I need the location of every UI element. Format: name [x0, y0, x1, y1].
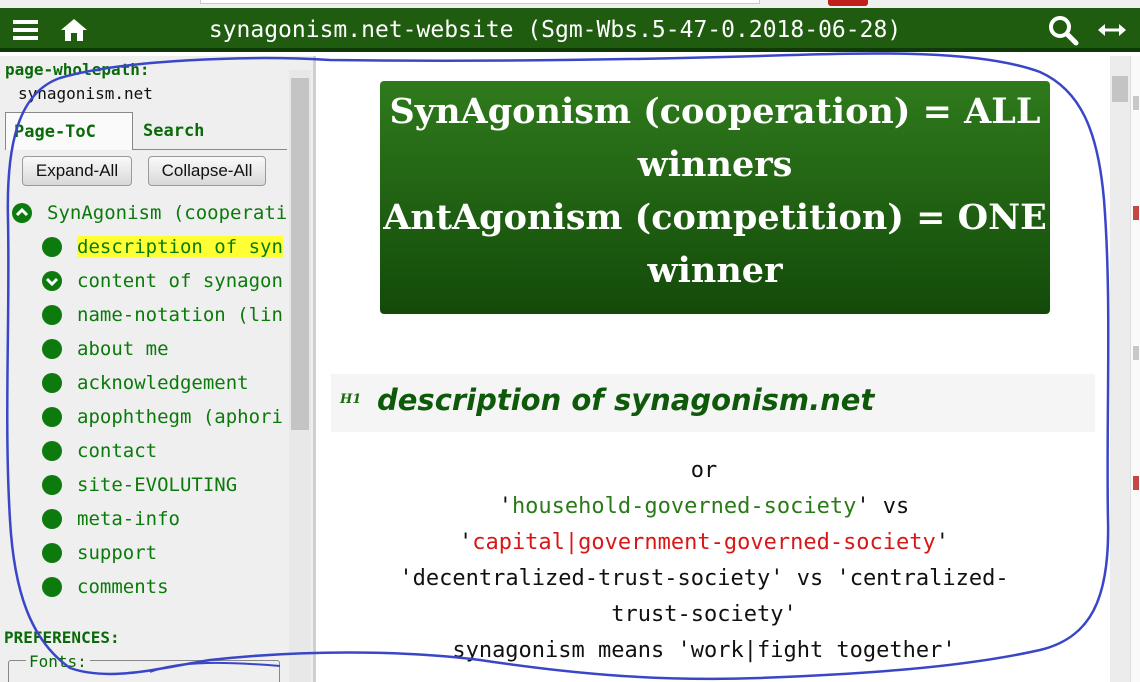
main-scrollbar[interactable]	[1110, 56, 1130, 682]
page-toc-tree: SynAgonism (cooperati description of syn…	[12, 194, 288, 614]
banner-line: winner	[647, 250, 783, 291]
versus-text: ' vs	[856, 494, 910, 519]
sidebar-tabs: Page-ToC Search	[5, 112, 287, 150]
banner-line: SynAgonism (cooperation) = ALL	[389, 91, 1041, 132]
bullet-dot-icon	[42, 305, 62, 325]
hamburger-menu-icon[interactable]	[10, 14, 42, 46]
toc-item[interactable]: apophthegm (aphori	[12, 402, 288, 432]
toc-item-label: site-EVOLUTING	[77, 474, 238, 496]
edge-mark	[1133, 206, 1139, 220]
quote-mark: '	[935, 530, 950, 555]
paragraph-means: synagonism means 'work|fight together'	[452, 638, 956, 663]
bullet-dot-icon	[42, 373, 62, 393]
quote-mark: '	[498, 494, 512, 519]
paragraph-trust-cont: trust-society'	[611, 602, 797, 627]
motto-banner: SynAgonism (cooperation) = ALL winners A…	[380, 81, 1050, 314]
toc-item-label: about me	[77, 338, 169, 360]
toc-item-label: apophthegm (aphori	[77, 406, 283, 428]
browser-top-strip	[0, 0, 1140, 8]
paragraph-capital: 'capital|government-governed-society'	[319, 530, 1089, 555]
browser-extension-badge[interactable]	[828, 0, 868, 6]
main-content: SynAgonism (cooperation) = ALL winners A…	[319, 56, 1110, 682]
toc-item[interactable]: site-EVOLUTING	[12, 470, 288, 500]
bullet-dot-icon	[42, 509, 62, 529]
paragraph-or: or	[690, 458, 718, 483]
page-wholepath-value[interactable]: synagonism.net	[18, 84, 153, 103]
quote-mark: '	[458, 530, 473, 555]
tab-page-toc[interactable]: Page-ToC	[5, 112, 133, 150]
toc-item-label: contact	[77, 440, 158, 462]
toc-item[interactable]: contact	[12, 436, 288, 466]
toc-item[interactable]: meta-info	[12, 504, 288, 534]
toc-root-label: SynAgonism (cooperati	[47, 202, 288, 224]
adjacent-window-edge	[1130, 56, 1140, 682]
chevron-up-icon[interactable]	[12, 203, 32, 223]
banner-line: winners	[637, 144, 793, 185]
toc-sidebar: page-wholepath: synagonism.net Page-ToC …	[0, 56, 316, 682]
toc-item[interactable]: support	[12, 538, 288, 568]
household-link[interactable]: household-governed-society	[512, 494, 856, 519]
toc-item-label: content of synagon	[77, 270, 283, 292]
toc-item-label: description of syn	[77, 236, 283, 258]
toc-item-label: name-notation (lin	[77, 304, 283, 326]
edge-mark	[1133, 476, 1139, 490]
page-title: synagonism.net-website (Sgm-Wbs.5-47-0.2…	[208, 17, 902, 43]
toc-item-label: comments	[77, 576, 169, 598]
paragraph-trust: 'decentralized-trust-society' vs 'centra…	[399, 566, 1009, 591]
sidebar-scrollbar-thumb[interactable]	[291, 78, 309, 430]
paragraph-household: 'household-governed-society' vs	[319, 494, 1089, 519]
sidebar-scrollbar[interactable]	[289, 70, 311, 682]
bullet-dot-icon	[42, 339, 62, 359]
bullet-dot-icon	[42, 407, 62, 427]
toc-item[interactable]: content of synagon	[12, 266, 288, 296]
toc-item[interactable]: acknowledgement	[12, 368, 288, 398]
toc-item[interactable]: comments	[12, 572, 288, 602]
capital-link[interactable]: capital|government-governed-society	[472, 530, 936, 555]
bullet-dot-icon	[42, 475, 62, 495]
bullet-dot-icon	[42, 441, 62, 461]
collapse-all-button[interactable]: Collapse-All	[148, 156, 266, 186]
toc-item[interactable]: about me	[12, 334, 288, 364]
page-wholepath-label: page-wholepath:	[5, 60, 150, 79]
edge-mark	[1133, 346, 1139, 360]
fonts-legend: Fonts:	[26, 652, 90, 671]
expand-all-button[interactable]: Expand-All	[22, 156, 132, 186]
site-header: synagonism.net-website (Sgm-Wbs.5-47-0.2…	[0, 8, 1140, 52]
tab-search[interactable]: Search	[143, 112, 204, 150]
toc-item-label: acknowledgement	[77, 372, 249, 394]
chevron-down-icon[interactable]	[42, 271, 62, 291]
main-scrollbar-thumb[interactable]	[1112, 76, 1128, 102]
bullet-dot-icon	[42, 237, 62, 257]
address-bar-edge[interactable]	[200, 0, 760, 4]
section-heading: description of synagonism.net	[377, 383, 875, 417]
banner-line: AntAgonism (competition) = ONE	[383, 197, 1047, 238]
preferences-heading: PREFERENCES:	[4, 628, 120, 647]
h1-marker[interactable]: H1	[340, 392, 361, 407]
search-icon[interactable]	[1047, 14, 1079, 46]
toc-root-item[interactable]: SynAgonism (cooperati	[12, 198, 288, 228]
toc-item[interactable]: description of syn	[12, 232, 288, 262]
bullet-dot-icon	[42, 577, 62, 597]
bullet-dot-icon	[42, 543, 62, 563]
toc-item-label: meta-info	[77, 508, 180, 530]
toc-item-label: support	[77, 542, 158, 564]
horizontal-arrows-icon[interactable]	[1096, 14, 1128, 46]
edge-mark	[1133, 96, 1139, 110]
toc-item[interactable]: name-notation (lin	[12, 300, 288, 330]
